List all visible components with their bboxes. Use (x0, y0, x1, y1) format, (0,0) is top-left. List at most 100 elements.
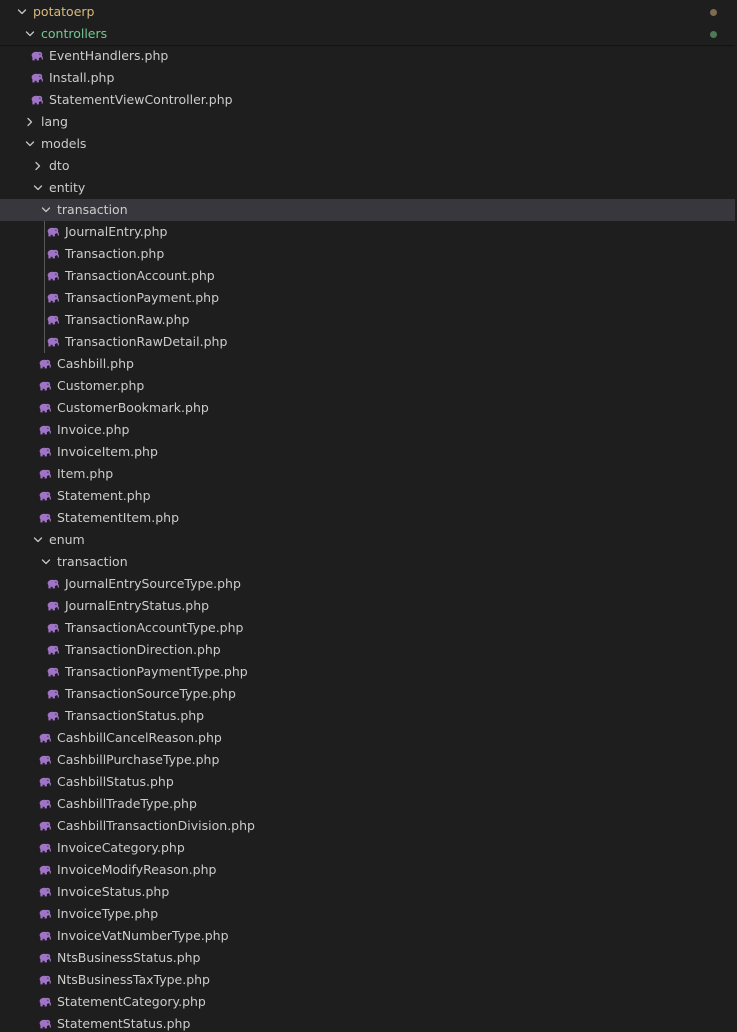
file-invoicevatnumbertype[interactable]: InvoiceVatNumberType.php (0, 925, 735, 947)
file-label: StatementViewController.php (49, 92, 233, 107)
file-transactionstatus[interactable]: TransactionStatus.php (0, 705, 735, 727)
file-statement[interactable]: Statement.php (0, 485, 735, 507)
php-elephant-icon (47, 249, 60, 259)
php-elephant-icon (39, 755, 52, 765)
php-elephant-icon (47, 293, 60, 303)
file-transactionpayment[interactable]: TransactionPayment.php (0, 287, 735, 309)
folder-dto[interactable]: dto (0, 155, 735, 177)
file-label: TransactionRawDetail.php (65, 334, 228, 349)
file-label: Item.php (57, 466, 114, 481)
php-elephant-icon (39, 447, 52, 457)
file-cashbillpurchasetype[interactable]: CashbillPurchaseType.php (0, 749, 735, 771)
file-transaction[interactable]: Transaction.php (0, 243, 735, 265)
file-cashbillstatus[interactable]: CashbillStatus.php (0, 771, 735, 793)
file-ntsbusinesstaxtype[interactable]: NtsBusinessTaxType.php (0, 969, 735, 991)
file-ntsbusinessstatus[interactable]: NtsBusinessStatus.php (0, 947, 735, 969)
file-transactionrawdetail[interactable]: TransactionRawDetail.php (0, 331, 735, 353)
file-label: TransactionSourceType.php (65, 686, 236, 701)
file-label: EventHandlers.php (49, 48, 169, 63)
file-label: InvoiceType.php (57, 906, 159, 921)
folder-controllers[interactable]: controllers (0, 23, 735, 45)
file-transactionsourcetype[interactable]: TransactionSourceType.php (0, 683, 735, 705)
file-statementitem[interactable]: StatementItem.php (0, 507, 735, 529)
indent-guide (44, 221, 45, 353)
git-status-dot (710, 31, 717, 38)
file-statementviewcontroller[interactable]: StatementViewController.php (0, 89, 735, 111)
file-label: CashbillTradeType.php (57, 796, 197, 811)
php-elephant-icon (39, 403, 52, 413)
folder-entity[interactable]: entity (0, 177, 735, 199)
php-elephant-icon (47, 689, 60, 699)
file-customer[interactable]: Customer.php (0, 375, 735, 397)
php-elephant-icon (39, 513, 52, 523)
file-transactionaccount[interactable]: TransactionAccount.php (0, 265, 735, 287)
file-label: Install.php (49, 70, 115, 85)
chevron-down-icon (25, 29, 35, 39)
file-statementstatus[interactable]: StatementStatus.php (0, 1013, 735, 1032)
file-label: TransactionPayment.php (65, 290, 219, 305)
folder-transaction[interactable]: transaction (0, 199, 735, 221)
file-label: NtsBusinessTaxType.php (57, 972, 210, 987)
file-cashbill[interactable]: Cashbill.php (0, 353, 735, 375)
file-journalentrystatus[interactable]: JournalEntryStatus.php (0, 595, 735, 617)
file-label: StatementStatus.php (57, 1016, 191, 1031)
file-label: InvoiceVatNumberType.php (57, 928, 229, 943)
file-journalentrysourcetype[interactable]: JournalEntrySourceType.php (0, 573, 735, 595)
file-transactionraw[interactable]: TransactionRaw.php (0, 309, 735, 331)
folder-label: entity (49, 180, 86, 195)
folder-models[interactable]: models (0, 133, 735, 155)
file-cashbilltransactiondivision[interactable]: CashbillTransactionDivision.php (0, 815, 735, 837)
php-elephant-icon (39, 931, 52, 941)
folder-label: dto (49, 158, 70, 173)
folder-transaction[interactable]: transaction (0, 551, 735, 573)
php-elephant-icon (31, 95, 44, 105)
file-statementcategory[interactable]: StatementCategory.php (0, 991, 735, 1013)
file-transactionpaymenttype[interactable]: TransactionPaymentType.php (0, 661, 735, 683)
php-elephant-icon (39, 359, 52, 369)
folder-enum[interactable]: enum (0, 529, 735, 551)
file-label: CashbillTransactionDivision.php (57, 818, 255, 833)
php-elephant-icon (39, 997, 52, 1007)
file-label: TransactionAccountType.php (65, 620, 244, 635)
folder-lang[interactable]: lang (0, 111, 735, 133)
file-transactionaccounttype[interactable]: TransactionAccountType.php (0, 617, 735, 639)
php-elephant-icon (39, 799, 52, 809)
file-label: InvoiceCategory.php (57, 840, 185, 855)
php-elephant-icon (47, 711, 60, 721)
folder-potatoerp[interactable]: potatoerp (0, 1, 735, 23)
file-label: Invoice.php (57, 422, 130, 437)
file-label: InvoiceItem.php (57, 444, 158, 459)
folder-label: models (41, 136, 87, 151)
file-invoice[interactable]: Invoice.php (0, 419, 735, 441)
file-journalentry[interactable]: JournalEntry.php (0, 221, 735, 243)
file-eventhandlers[interactable]: EventHandlers.php (0, 45, 735, 67)
php-elephant-icon (39, 909, 52, 919)
file-label: TransactionDirection.php (65, 642, 221, 657)
file-label: CashbillCancelReason.php (57, 730, 222, 745)
file-item[interactable]: Item.php (0, 463, 735, 485)
php-elephant-icon (39, 469, 52, 479)
file-customerbookmark[interactable]: CustomerBookmark.php (0, 397, 735, 419)
file-cashbilltradetype[interactable]: CashbillTradeType.php (0, 793, 735, 815)
file-transactiondirection[interactable]: TransactionDirection.php (0, 639, 735, 661)
php-elephant-icon (31, 51, 44, 61)
file-invoicetype[interactable]: InvoiceType.php (0, 903, 735, 925)
file-label: TransactionAccount.php (65, 268, 215, 283)
chevron-down-icon (41, 205, 51, 215)
folder-label: transaction (57, 554, 128, 569)
file-label: CustomerBookmark.php (57, 400, 209, 415)
file-label: NtsBusinessStatus.php (57, 950, 201, 965)
file-invoicemodifyreason[interactable]: InvoiceModifyReason.php (0, 859, 735, 881)
file-install[interactable]: Install.php (0, 67, 735, 89)
file-cashbillcancelreason[interactable]: CashbillCancelReason.php (0, 727, 735, 749)
chevron-down-icon (41, 557, 51, 567)
file-invoicecategory[interactable]: InvoiceCategory.php (0, 837, 735, 859)
file-invoicestatus[interactable]: InvoiceStatus.php (0, 881, 735, 903)
file-invoiceitem[interactable]: InvoiceItem.php (0, 441, 735, 463)
php-elephant-icon (39, 777, 52, 787)
php-elephant-icon (39, 887, 52, 897)
file-label: InvoiceModifyReason.php (57, 862, 217, 877)
file-label: CashbillPurchaseType.php (57, 752, 220, 767)
chevron-down-icon (25, 139, 35, 149)
php-elephant-icon (47, 271, 60, 281)
